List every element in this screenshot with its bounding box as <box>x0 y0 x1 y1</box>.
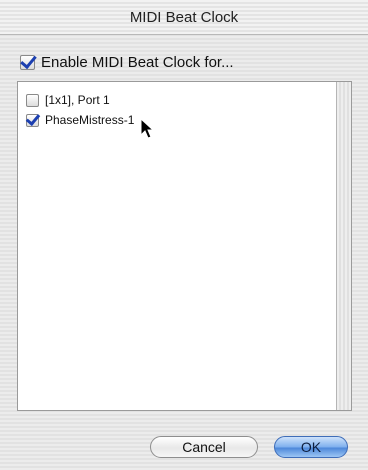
device-list: [1x1], Port 1 PhaseMistress-1 <box>17 81 352 411</box>
midi-beat-clock-dialog: MIDI Beat Clock Enable MIDI Beat Clock f… <box>0 0 368 470</box>
enable-midi-beat-clock-label[interactable]: Enable MIDI Beat Clock for... <box>41 54 234 71</box>
device-checkbox-port-1[interactable] <box>26 93 39 107</box>
enable-midi-beat-clock-checkbox[interactable] <box>20 54 35 70</box>
device-checkbox-phasemistress[interactable] <box>26 113 39 127</box>
window-title: MIDI Beat Clock <box>129 9 239 26</box>
enable-midi-beat-clock-row[interactable]: Enable MIDI Beat Clock for... <box>20 53 234 71</box>
cancel-button[interactable]: Cancel <box>150 436 258 458</box>
title-bar[interactable]: MIDI Beat Clock <box>0 0 368 35</box>
device-label-phasemistress[interactable]: PhaseMistress-1 <box>45 113 134 127</box>
list-item[interactable]: [1x1], Port 1 <box>26 91 134 109</box>
mouse-pointer-icon <box>140 118 155 139</box>
device-label-port-1[interactable]: [1x1], Port 1 <box>45 93 110 107</box>
list-item[interactable]: PhaseMistress-1 <box>26 111 134 129</box>
list-scrollbar[interactable] <box>336 82 351 410</box>
ok-button[interactable]: OK <box>274 436 348 458</box>
